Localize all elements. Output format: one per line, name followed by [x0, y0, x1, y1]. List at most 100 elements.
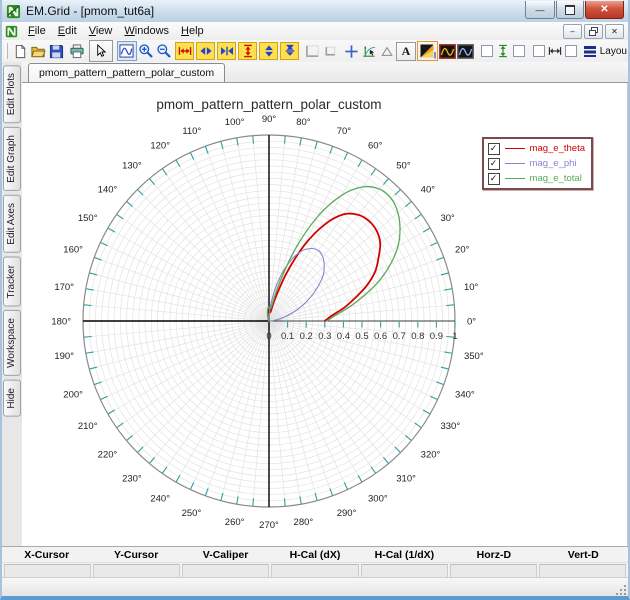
tab-bar: pmom_pattern_pattern_polar_custom: [22, 62, 628, 83]
cursor-headers: X-CursorY-CursorV-CaliperH-Cal (dX)H-Cal…: [2, 547, 628, 563]
cursor-header-0: X-Cursor: [2, 549, 91, 561]
tracker-tool-button[interactable]: [360, 42, 378, 60]
menu-items: FileEditViewWindowsHelp: [22, 24, 210, 38]
mdi-close-button[interactable]: ✕: [605, 24, 624, 39]
svg-text:0.4: 0.4: [337, 331, 350, 342]
close-button[interactable]: ✕: [585, 1, 624, 19]
svg-text:310°: 310°: [396, 474, 416, 485]
expand-y-button[interactable]: [238, 42, 257, 60]
svg-text:10°: 10°: [464, 282, 479, 293]
title-bar: EM.Grid - [pmom_tut6a] — ✕: [2, 0, 628, 23]
maximize-button[interactable]: [556, 1, 584, 19]
fit-y-left-checkbox[interactable]: [481, 45, 493, 57]
cursor-header-2: V-Caliper: [181, 549, 270, 561]
sidebar-tab-edit-plots[interactable]: Edit Plots: [3, 65, 21, 123]
svg-text:350°: 350°: [464, 351, 484, 362]
scroll-y-button[interactable]: [259, 42, 278, 60]
colormap-button[interactable]: [417, 41, 438, 61]
legend-label: mag_e_phi: [530, 158, 577, 169]
expand-x-button[interactable]: [175, 42, 194, 60]
svg-text:0.6: 0.6: [374, 331, 387, 342]
legend-line-sample: [505, 178, 525, 180]
svg-text:100°: 100°: [225, 117, 245, 128]
legend-label: mag_e_theta: [530, 143, 585, 154]
minimize-button[interactable]: —: [525, 1, 555, 19]
svg-text:190°: 190°: [54, 351, 74, 362]
legend-checkbox-mag_e_phi[interactable]: ✓: [488, 158, 500, 170]
open-file-button[interactable]: [29, 42, 47, 60]
svg-text:60°: 60°: [368, 141, 383, 152]
legend-entry-mag_e_phi[interactable]: ✓ mag_e_phi: [488, 157, 585, 170]
compress-x-button[interactable]: [217, 42, 236, 60]
legend-entry-mag_e_theta[interactable]: ✓ mag_e_theta: [488, 142, 585, 155]
menu-item-view[interactable]: View: [83, 24, 119, 38]
compress-y-button[interactable]: [280, 42, 299, 60]
mdi-restore-button[interactable]: [584, 24, 603, 39]
toolbar: A Layou: [2, 40, 628, 63]
pointer-tool-button[interactable]: [89, 40, 113, 62]
svg-text:70°: 70°: [337, 126, 352, 137]
legend-label: mag_e_total: [530, 173, 582, 184]
waveform-dark-button[interactable]: [456, 42, 474, 60]
svg-text:240°: 240°: [150, 493, 170, 504]
svg-text:290°: 290°: [337, 508, 357, 519]
save-button[interactable]: [47, 42, 65, 60]
scroll-x-button[interactable]: [196, 42, 215, 60]
sidebar-tab-edit-axes[interactable]: Edit Axes: [3, 195, 21, 253]
waveform-red-button[interactable]: [438, 42, 456, 60]
legend-entry-mag_e_total[interactable]: ✓ mag_e_total: [488, 172, 585, 185]
fit-x-button[interactable]: [546, 42, 564, 60]
fit-y-button[interactable]: [494, 42, 512, 60]
sidebar-tab-edit-graph[interactable]: Edit Graph: [3, 127, 21, 191]
restore-icon: [589, 27, 599, 36]
svg-text:50°: 50°: [396, 160, 411, 171]
svg-text:90°: 90°: [262, 114, 277, 125]
menu-item-file[interactable]: File: [22, 24, 52, 38]
menu-item-edit[interactable]: Edit: [52, 24, 83, 38]
svg-text:210°: 210°: [78, 421, 98, 432]
crosshair-button[interactable]: [342, 42, 360, 60]
toolbar-grip[interactable]: [5, 43, 8, 59]
svg-text:0: 0: [266, 331, 271, 342]
fit-y-group: [480, 42, 526, 60]
print-button[interactable]: [68, 42, 86, 60]
layout-button[interactable]: Layou: [583, 45, 627, 57]
text-tool-button[interactable]: A: [396, 42, 416, 61]
fit-y-right-checkbox[interactable]: [513, 45, 525, 57]
svg-text:180°: 180°: [51, 317, 71, 328]
svg-text:0.1: 0.1: [281, 331, 294, 342]
zoom-out-button[interactable]: [155, 42, 173, 60]
menu-item-help[interactable]: Help: [175, 24, 210, 38]
sidebar-tab-workspace[interactable]: Workspace: [3, 310, 21, 376]
svg-text:0.8: 0.8: [411, 331, 424, 342]
fit-x-left-checkbox[interactable]: [533, 45, 545, 57]
mdi-minimize-button[interactable]: –: [563, 24, 582, 39]
cursor-bar: X-CursorY-CursorV-CaliperH-Cal (dX)H-Cal…: [2, 546, 628, 578]
zoom-in-button[interactable]: [137, 42, 155, 60]
legend-checkbox-mag_e_total[interactable]: ✓: [488, 173, 500, 185]
new-document-button[interactable]: [11, 42, 29, 60]
svg-text:260°: 260°: [225, 517, 245, 528]
tab-pmom-pattern-polar-custom[interactable]: pmom_pattern_pattern_polar_custom: [28, 63, 225, 82]
menu-item-windows[interactable]: Windows: [118, 24, 175, 38]
rect-region-button[interactable]: [303, 42, 321, 60]
svg-text:320°: 320°: [421, 449, 441, 460]
sidebar-tab-hide[interactable]: Hide: [3, 380, 21, 417]
resize-grip-icon[interactable]: [615, 584, 627, 596]
svg-text:40°: 40°: [421, 185, 436, 196]
legend[interactable]: ✓ mag_e_theta ✓ mag_e_phi ✓ mag_e_total: [482, 137, 593, 190]
triangle-marker-button[interactable]: [378, 42, 396, 60]
svg-text:0.9: 0.9: [430, 331, 443, 342]
chart-title: pmom_pattern_pattern_polar_custom: [156, 97, 381, 112]
text-tool-icon: A: [402, 44, 411, 59]
sidebar-tab-tracker[interactable]: Tracker: [3, 257, 21, 307]
svg-text:0.5: 0.5: [355, 331, 368, 342]
plot-window-button[interactable]: [117, 41, 137, 61]
legend-checkbox-mag_e_theta[interactable]: ✓: [488, 143, 500, 155]
cursor-header-5: Horz-D: [449, 549, 538, 561]
fit-x-right-checkbox[interactable]: [565, 45, 577, 57]
document-logo-icon: [5, 25, 18, 38]
svg-text:140°: 140°: [98, 185, 118, 196]
rect-region-small-button[interactable]: [321, 42, 339, 60]
svg-text:130°: 130°: [122, 160, 142, 171]
